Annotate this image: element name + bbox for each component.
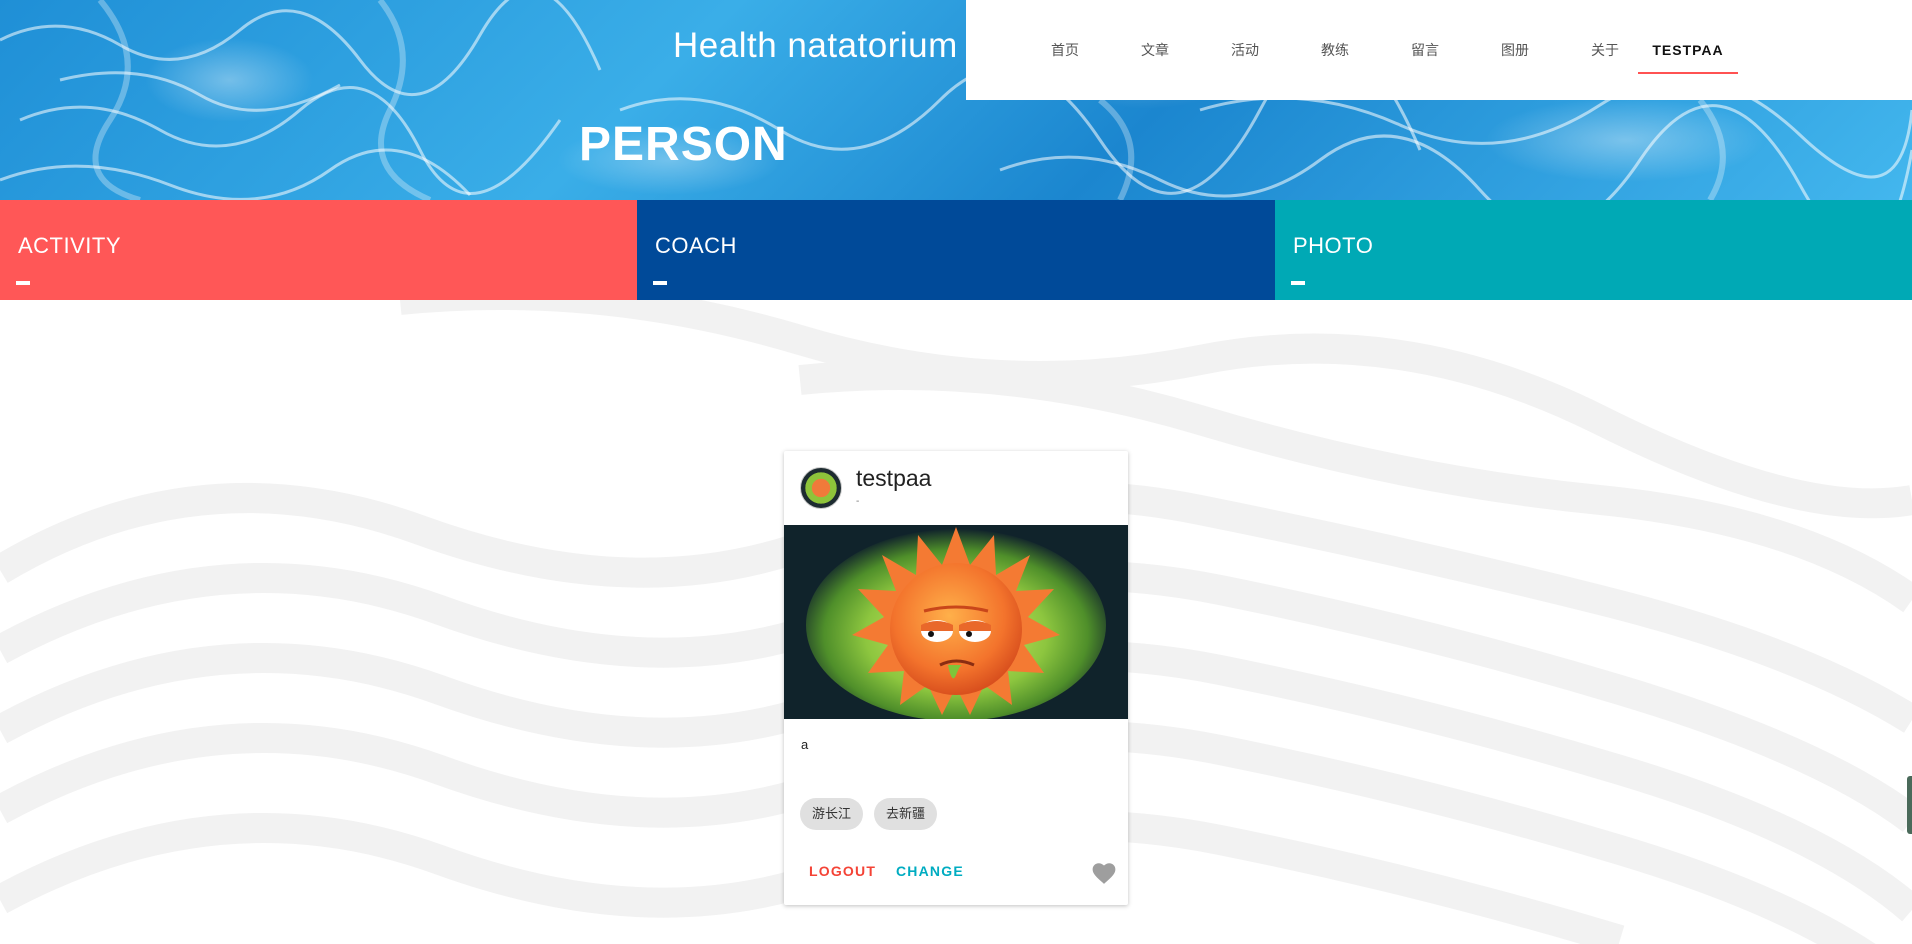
user-name: testpaa: [856, 465, 932, 491]
logout-button[interactable]: LOGOUT: [809, 863, 876, 879]
tile-photo-bar: [1291, 281, 1305, 285]
site-title[interactable]: Health natatorium: [673, 26, 958, 66]
tile-coach-bar: [653, 281, 667, 285]
profile-description: a: [801, 737, 809, 752]
nav-item-activities[interactable]: 活动: [1217, 0, 1273, 100]
nav-item-user[interactable]: TESTPAA: [1638, 0, 1738, 100]
nav-item-coaches[interactable]: 教练: [1307, 0, 1363, 100]
tile-activity-bar: [16, 281, 30, 285]
top-nav: 首页 文章 活动 教练 留言 图册 关于 TESTPAA: [966, 0, 1912, 100]
change-button[interactable]: CHANGE: [896, 863, 964, 879]
profile-card: testpaa - a 游长江 去新疆 LOGOUT CHANGE: [784, 451, 1128, 905]
tile-coach[interactable]: COACH: [637, 200, 1275, 300]
side-scroll-handle[interactable]: [1907, 776, 1912, 834]
tag-chip[interactable]: 去新疆: [874, 798, 938, 830]
tile-coach-label: COACH: [655, 233, 737, 258]
tile-photo-label: PHOTO: [1293, 233, 1374, 258]
nav-item-messages[interactable]: 留言: [1397, 0, 1453, 100]
heart-icon[interactable]: [1091, 861, 1117, 885]
nav-item-home[interactable]: 首页: [1037, 0, 1093, 100]
tile-activity-label: ACTIVITY: [18, 233, 122, 258]
nav-active-indicator: [1638, 72, 1738, 74]
tile-photo[interactable]: PHOTO: [1275, 200, 1912, 300]
profile-cover-image: [784, 525, 1128, 719]
page-heading: PERSON: [579, 118, 788, 171]
tile-activity[interactable]: ACTIVITY: [0, 200, 637, 300]
user-subtitle: -: [856, 496, 860, 507]
main-content: testpaa - a 游长江 去新疆 LOGOUT CHANGE: [0, 300, 1912, 944]
user-avatar[interactable]: [800, 467, 842, 509]
nav-item-about[interactable]: 关于: [1577, 0, 1633, 100]
nav-item-articles[interactable]: 文章: [1127, 0, 1183, 100]
nav-item-albums[interactable]: 图册: [1487, 0, 1543, 100]
hero-banner: Health natatorium 首页 文章 活动 教练 留言 图册 关于 T…: [0, 0, 1912, 200]
tag-chip[interactable]: 游长江: [800, 798, 864, 830]
